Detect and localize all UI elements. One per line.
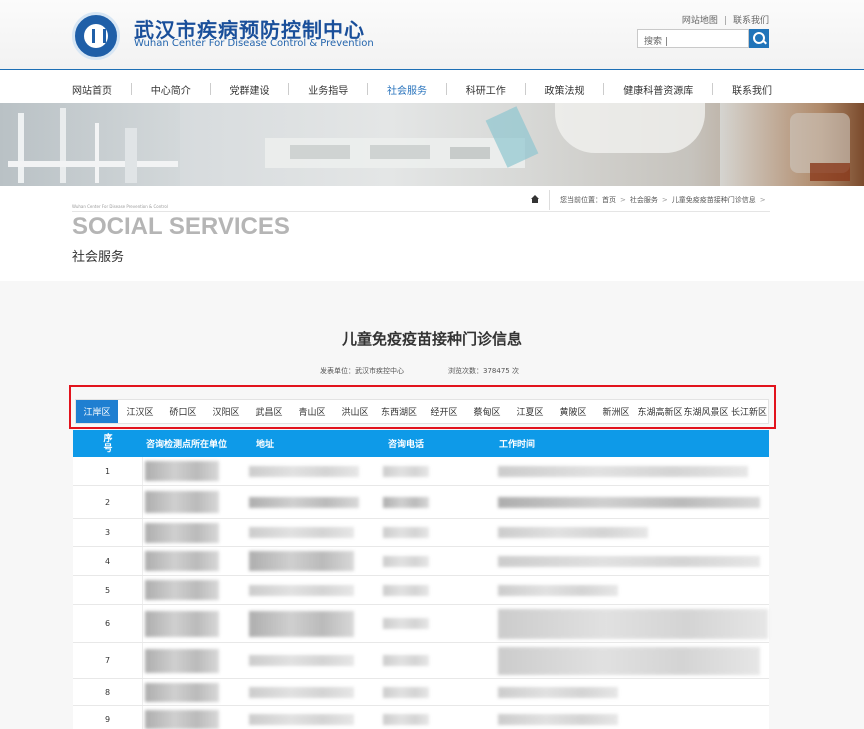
tab-qingshan[interactable]: 青山区 [292,400,332,423]
row-number: 8 [73,679,143,705]
tab-hongshan[interactable]: 洪山区 [335,400,375,423]
search-icon[interactable] [749,29,769,48]
lab-banner-image [0,103,864,186]
row-number: 3 [73,519,143,546]
publisher: 发表单位：武汉市疾控中心 [320,367,404,375]
row-number: 2 [73,486,143,518]
tab-xinzhou[interactable]: 新洲区 [596,400,636,423]
search-input[interactable]: 搜索 | [637,29,749,48]
tab-hanyang[interactable]: 汉阳区 [206,400,246,423]
nav-item-social-services[interactable]: 社会服务 [387,78,427,100]
row-number: 6 [73,605,143,642]
table-row: 4 [73,547,769,576]
nav-divider [445,83,447,95]
chevron-right-icon: > [620,196,626,204]
nav-divider [288,83,290,95]
nav-divider [712,83,714,95]
site-logo[interactable] [72,12,120,60]
table-row: 6 [73,605,769,643]
nav-divider [209,83,211,95]
tab-jianghan[interactable]: 江汉区 [120,400,160,423]
chevron-right-icon: > [661,196,668,204]
table-row: 1 [73,457,769,486]
page-title: 儿童免疫疫苗接种门诊信息 [341,330,522,348]
tab-changjiang-new[interactable]: 长江新区 [729,400,769,423]
row-number: 4 [73,547,143,575]
nav-divider [130,83,132,95]
view-count: 浏览次数：378475 次 [448,367,519,375]
district-tabs-highlight: 江岸区 江汉区 硚口区 汉阳区 武昌区 青山区 洪山区 东西湖区 经开区 蔡甸区… [69,385,776,429]
article-meta: 发表单位：武汉市疾控中心 浏览次数：378475 次 [320,366,519,376]
nav-divider [603,83,605,95]
table-row: 8 [73,679,769,706]
breadcrumb-prefix: 您当前位置： [560,196,602,204]
col-header-unit: 咨询检测点所在单位 [146,440,228,450]
nav-item-health-library[interactable]: 健康科普资源库 [623,78,693,100]
table-row: 5 [73,576,769,605]
section-title-cn: 社会服务 [72,250,125,265]
table-header: 序号 咨询检测点所在单位 地址 咨询电话 工作时间 [73,430,769,457]
col-header-index: 序号 [95,430,121,457]
section-title-en: SOCIAL SERVICES [72,213,290,240]
row-number: 9 [73,706,143,729]
tab-wuchang[interactable]: 武昌区 [249,400,289,423]
nav-divider [367,83,369,95]
tab-huangpi[interactable]: 黄陂区 [553,400,593,423]
tab-jingkai[interactable]: 经开区 [424,400,464,423]
nav-divider [524,83,526,95]
nav-item-party[interactable]: 党群建设 [230,78,270,100]
breadcrumb-divider [549,190,550,210]
breadcrumb-item-current[interactable]: 儿童免疫疫苗接种门诊信息 [672,195,756,205]
link-divider: | [723,16,727,26]
tab-donghu-scenic[interactable]: 东湖风景区 [683,400,729,423]
nav-item-policy[interactable]: 政策法规 [545,78,585,100]
col-header-hours: 工作时间 [499,440,536,450]
main-nav: 网站首页 中心简介 党群建设 业务指导 社会服务 科研工作 政策法规 健康科普资… [72,78,772,100]
breadcrumb: 您当前位置：首页 > 社会服务 > 儿童免疫疫苗接种门诊信息 > [560,195,770,205]
breadcrumb-item-social-services[interactable]: 社会服务 [630,195,658,205]
nav-item-contact[interactable]: 联系我们 [732,78,772,100]
table-row: 7 [73,643,769,679]
tab-jiangxia[interactable]: 江夏区 [510,400,550,423]
section-divider [72,211,770,212]
table-row: 3 [73,519,769,547]
row-number: 7 [73,643,143,678]
tab-dongxihu[interactable]: 东西湖区 [376,400,422,423]
section-small-text: Wuhan Center For Disease Prevention & Co… [72,204,168,209]
sitemap-link[interactable]: 网站地图 [682,13,718,26]
row-number: 5 [73,576,143,604]
site-name-en: Wuhan Center For Disease Control & Preve… [134,38,374,49]
top-links: 网站地图 | 联系我们 [682,13,769,26]
contact-link[interactable]: 联系我们 [733,13,769,26]
tab-jiangan[interactable]: 江岸区 [76,400,118,423]
district-tab-bar: 江岸区 江汉区 硚口区 汉阳区 武昌区 青山区 洪山区 东西湖区 经开区 蔡甸区… [75,399,769,424]
site-header: 武汉市疾病预防控制中心 Wuhan Center For Disease Con… [0,0,864,70]
nav-item-about[interactable]: 中心简介 [151,78,191,100]
col-header-index-text: 序号 [103,433,113,454]
nav-item-research[interactable]: 科研工作 [466,78,506,100]
tab-caidian[interactable]: 蔡甸区 [467,400,507,423]
nav-item-home[interactable]: 网站首页 [72,78,112,100]
nav-item-guidance[interactable]: 业务指导 [308,78,348,100]
tab-qiaokou[interactable]: 硚口区 [163,400,203,423]
breadcrumb-item-home[interactable]: 首页 [602,195,616,205]
chevron-right-icon: > [759,196,766,204]
tab-donghu-hightech[interactable]: 东湖高新区 [637,400,683,423]
table-row: 9 [73,706,769,729]
col-header-phone: 咨询电话 [388,440,425,450]
col-header-address: 地址 [256,440,275,450]
table-row: 2 [73,486,769,519]
home-icon[interactable] [530,195,540,205]
row-number: 1 [73,457,143,485]
